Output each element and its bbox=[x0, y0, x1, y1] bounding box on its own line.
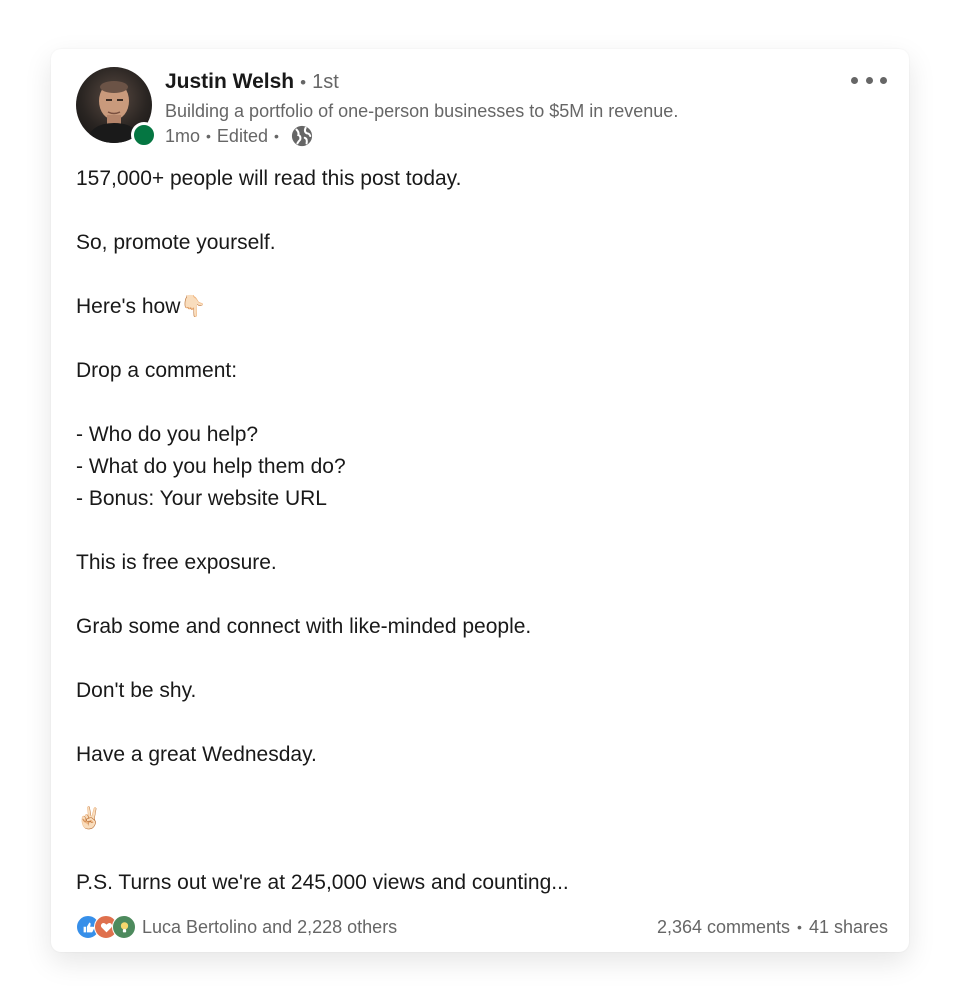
post-line-with-emoji: Here's how👇🏻 bbox=[76, 291, 886, 323]
dot-icon bbox=[865, 76, 873, 84]
post-time: 1mo bbox=[165, 125, 201, 146]
dot-icon bbox=[851, 76, 858, 84]
post-line: 157,000+ people will read this post toda… bbox=[76, 167, 462, 190]
post-footer: Luca Bertolino and 2,228 others 2,364 co… bbox=[76, 912, 888, 942]
post-blank-line bbox=[76, 579, 886, 611]
reaction-icons bbox=[76, 915, 136, 939]
post-blank-line bbox=[76, 643, 886, 675]
post-body: 157,000+ people will read this post toda… bbox=[76, 163, 886, 899]
post-line: Don't be shy. bbox=[76, 679, 197, 702]
post-blank-line bbox=[76, 515, 886, 547]
comments-count[interactable]: 2,364 comments bbox=[657, 917, 790, 938]
post-line: Drop a comment: bbox=[76, 359, 238, 382]
post-blank-line bbox=[76, 195, 886, 227]
post-line: P.S. Turns out we're at 245,000 views an… bbox=[76, 871, 569, 894]
separator-dot: • bbox=[273, 128, 279, 144]
post-blank-line bbox=[76, 835, 886, 867]
post-line: - Bonus: Your website URL bbox=[76, 487, 327, 510]
author-name[interactable]: Justin Welsh bbox=[165, 70, 294, 94]
reactions-summary[interactable]: Luca Bertolino and 2,228 others bbox=[76, 915, 397, 939]
post-line-emoji: ✌🏻 bbox=[76, 803, 886, 835]
reactions-text: Luca Bertolino and 2,228 others bbox=[142, 916, 398, 937]
post-line: This is free exposure. bbox=[76, 551, 277, 574]
separator-dot: • bbox=[300, 73, 307, 92]
author-name-row: Justin Welsh • 1st bbox=[165, 70, 339, 98]
connection-degree: 1st bbox=[312, 71, 339, 93]
insightful-icon bbox=[112, 915, 136, 939]
victory-hand-emoji: ✌🏻 bbox=[76, 807, 103, 831]
post-blank-line bbox=[76, 259, 886, 291]
online-status-indicator bbox=[131, 122, 157, 148]
post-blank-line bbox=[76, 771, 886, 803]
post-blank-line bbox=[76, 323, 886, 355]
post-line: Have a great Wednesday. bbox=[76, 743, 317, 766]
globe-icon bbox=[291, 125, 312, 147]
post-card: Justin Welsh • 1st Building a portfolio … bbox=[51, 49, 909, 952]
separator-dot: • bbox=[206, 128, 211, 144]
post-line: - What do you help them do? bbox=[76, 455, 346, 478]
post-line: So, promote yourself. bbox=[76, 231, 276, 254]
more-options-button[interactable] bbox=[851, 71, 887, 89]
post-line: - Who do you help? bbox=[76, 423, 259, 446]
post-blank-line bbox=[76, 387, 886, 419]
shares-count[interactable]: 41 shares bbox=[809, 917, 888, 938]
post-blank-line bbox=[76, 707, 886, 739]
pointing-down-emoji: 👇🏻 bbox=[180, 295, 207, 319]
separator-dot: • bbox=[797, 919, 802, 935]
post-line: Here's how bbox=[76, 295, 181, 318]
edited-label: Edited bbox=[216, 125, 268, 146]
author-headline: Building a portfolio of one-person busin… bbox=[165, 101, 679, 121]
post-meta: 1mo • Edited • bbox=[165, 125, 313, 147]
engagement-stats: 2,364 comments • 41 shares bbox=[657, 917, 888, 938]
post-line: Grab some and connect with like-minded p… bbox=[76, 615, 532, 638]
dot-icon bbox=[880, 76, 887, 84]
